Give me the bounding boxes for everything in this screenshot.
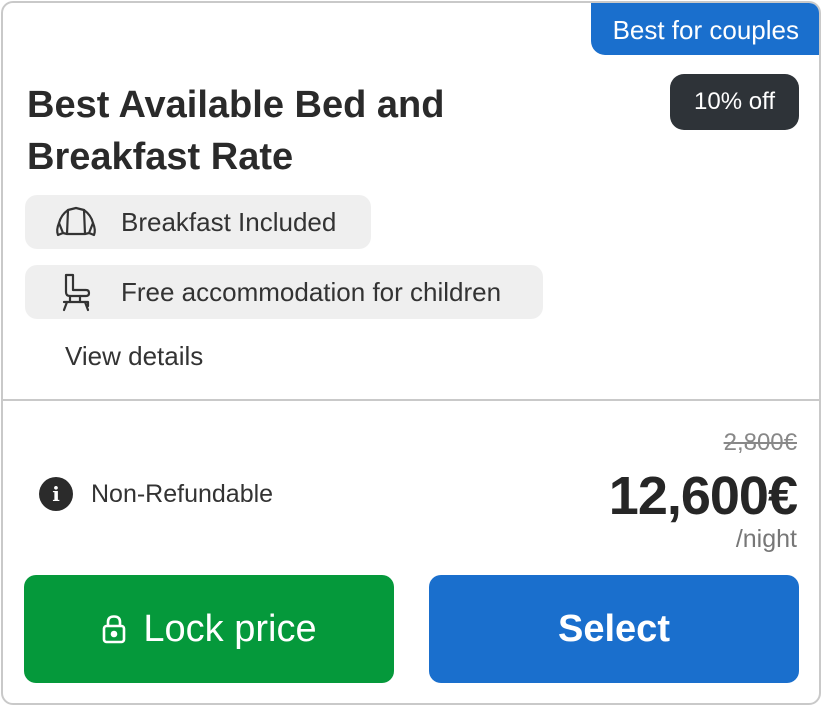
rate-title: Best Available Bed and Breakfast Rate — [27, 84, 445, 178]
select-label: Select — [558, 607, 670, 650]
price-unit: /night — [735, 525, 797, 553]
amenity-chip-breakfast: Breakfast Included — [25, 195, 371, 249]
croissant-icon — [53, 202, 99, 242]
refund-label: Non-Refundable — [91, 479, 274, 508]
rate-card: Best for couples Best Available Bed and … — [1, 1, 821, 705]
amenity-chip-children: Free accommodation for children — [25, 265, 543, 319]
lock-price-label: Lock price — [143, 607, 317, 650]
refund-policy: i Non-Refundable — [39, 477, 273, 511]
discount-badge: 10% off — [670, 74, 799, 130]
amenity-label-children: Free accommodation for children — [121, 276, 502, 307]
best-for-couples-ribbon: Best for couples — [590, 3, 819, 55]
divider — [3, 399, 819, 401]
select-button[interactable]: Select — [429, 575, 799, 683]
view-details-link[interactable]: View details — [65, 341, 203, 372]
original-price: 2,800€ — [723, 429, 797, 456]
amenity-label-breakfast: Breakfast Included — [121, 206, 337, 237]
lock-price-button[interactable]: Lock price — [24, 575, 394, 683]
lock-icon — [101, 614, 127, 644]
info-icon[interactable]: i — [39, 477, 73, 511]
current-price: 12,600€ — [608, 466, 798, 526]
high-chair-icon — [53, 272, 99, 312]
